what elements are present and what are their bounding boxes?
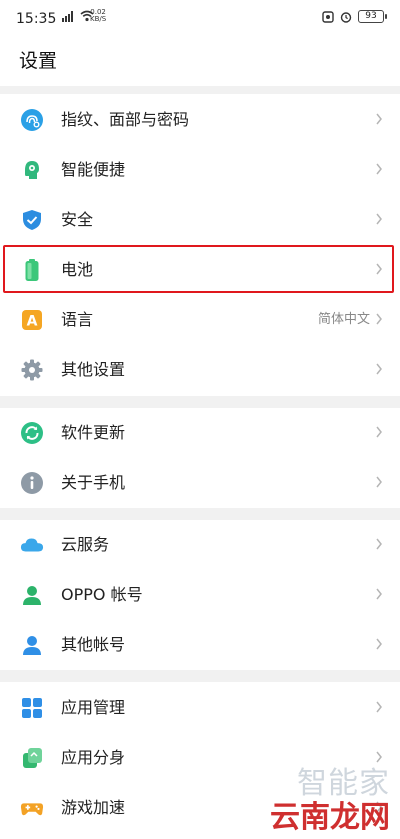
settings-item-language[interactable]: A 语言 简体中文 — [0, 295, 400, 345]
settings-item-label: 软件更新 — [61, 423, 126, 442]
watermark: 智能家 云南龙网 — [270, 767, 390, 835]
settings-item-cloud-service[interactable]: 云服务 — [0, 520, 400, 570]
settings-item-fingerprint[interactable]: 指纹、面部与密码 — [0, 95, 400, 145]
settings-item-label: 应用分身 — [61, 748, 126, 767]
cloud-icon — [20, 533, 44, 557]
battery-indicator: 93 — [358, 10, 387, 23]
chevron-right-icon — [376, 538, 382, 550]
highlight-frame — [3, 245, 394, 293]
settings-item-label: 其他帐号 — [61, 635, 126, 654]
status-time: 15:35 — [16, 11, 57, 27]
settings-item-label: 应用管理 — [61, 698, 126, 717]
info-icon — [20, 471, 44, 495]
app-grid-icon — [20, 696, 44, 720]
group-separator — [0, 396, 400, 408]
settings-item-label: OPPO 帐号 — [61, 585, 143, 604]
app-clone-icon — [20, 746, 44, 770]
chevron-right-icon — [376, 363, 382, 375]
chevron-right-icon — [376, 213, 382, 225]
chevron-right-icon — [376, 426, 382, 438]
chevron-right-icon — [376, 313, 382, 325]
settings-item-other-accounts[interactable]: 其他帐号 — [0, 620, 400, 670]
settings-item-smart-assist[interactable]: 智能便捷 — [0, 145, 400, 195]
current-language-value: 简体中文 — [317, 312, 370, 327]
settings-item-oppo-account[interactable]: OPPO 帐号 — [0, 570, 400, 620]
gamepad-icon — [20, 796, 44, 820]
language-icon: A — [20, 308, 44, 332]
settings-item-label: 指纹、面部与密码 — [61, 110, 190, 129]
page-title: 设置 — [19, 50, 58, 72]
chevron-right-icon — [376, 476, 382, 488]
settings-item-label: 游戏加速 — [61, 798, 126, 817]
face-unlock-icon — [322, 10, 334, 23]
language-icon-letter: A — [27, 314, 38, 330]
watermark-bottom-text: 云南龙网 — [270, 800, 390, 835]
signal-icon — [62, 11, 73, 22]
network-speed: 0.02 KB/S — [90, 9, 106, 23]
settings-item-label: 其他设置 — [61, 360, 126, 379]
settings-item-about-phone[interactable]: 关于手机 — [0, 458, 400, 508]
group-separator — [0, 508, 400, 520]
smart-assist-icon — [20, 158, 44, 182]
settings-item-app-management[interactable]: 应用管理 — [0, 683, 400, 733]
settings-item-label: 安全 — [61, 210, 94, 229]
shield-icon — [20, 208, 44, 232]
chevron-right-icon — [376, 113, 382, 125]
settings-item-other-settings[interactable]: 其他设置 — [0, 345, 400, 395]
chevron-right-icon — [376, 163, 382, 175]
chevron-right-icon — [376, 701, 382, 713]
user-account-icon — [20, 583, 44, 607]
other-account-icon — [20, 633, 44, 657]
fingerprint-icon — [20, 108, 44, 132]
gear-icon — [20, 358, 44, 382]
settings-item-label: 关于手机 — [61, 473, 126, 492]
chevron-right-icon — [376, 751, 382, 763]
status-bar: 15:35 0.02 KB/S 93 — [0, 0, 400, 34]
settings-item-software-update[interactable]: 软件更新 — [0, 408, 400, 458]
group-separator — [0, 670, 400, 682]
status-right-icons: 93 — [322, 10, 387, 23]
group-separator — [0, 86, 400, 94]
update-icon — [20, 421, 44, 445]
settings-item-label: 智能便捷 — [61, 160, 126, 179]
network-speed-unit: KB/S — [90, 15, 107, 23]
chevron-right-icon — [376, 638, 382, 650]
watermark-top-text: 智能家 — [297, 766, 390, 801]
chevron-right-icon — [376, 588, 382, 600]
settings-item-label: 语言 — [61, 310, 94, 329]
alarm-icon — [340, 11, 352, 23]
settings-item-label: 云服务 — [61, 535, 110, 554]
settings-item-security[interactable]: 安全 — [0, 195, 400, 245]
